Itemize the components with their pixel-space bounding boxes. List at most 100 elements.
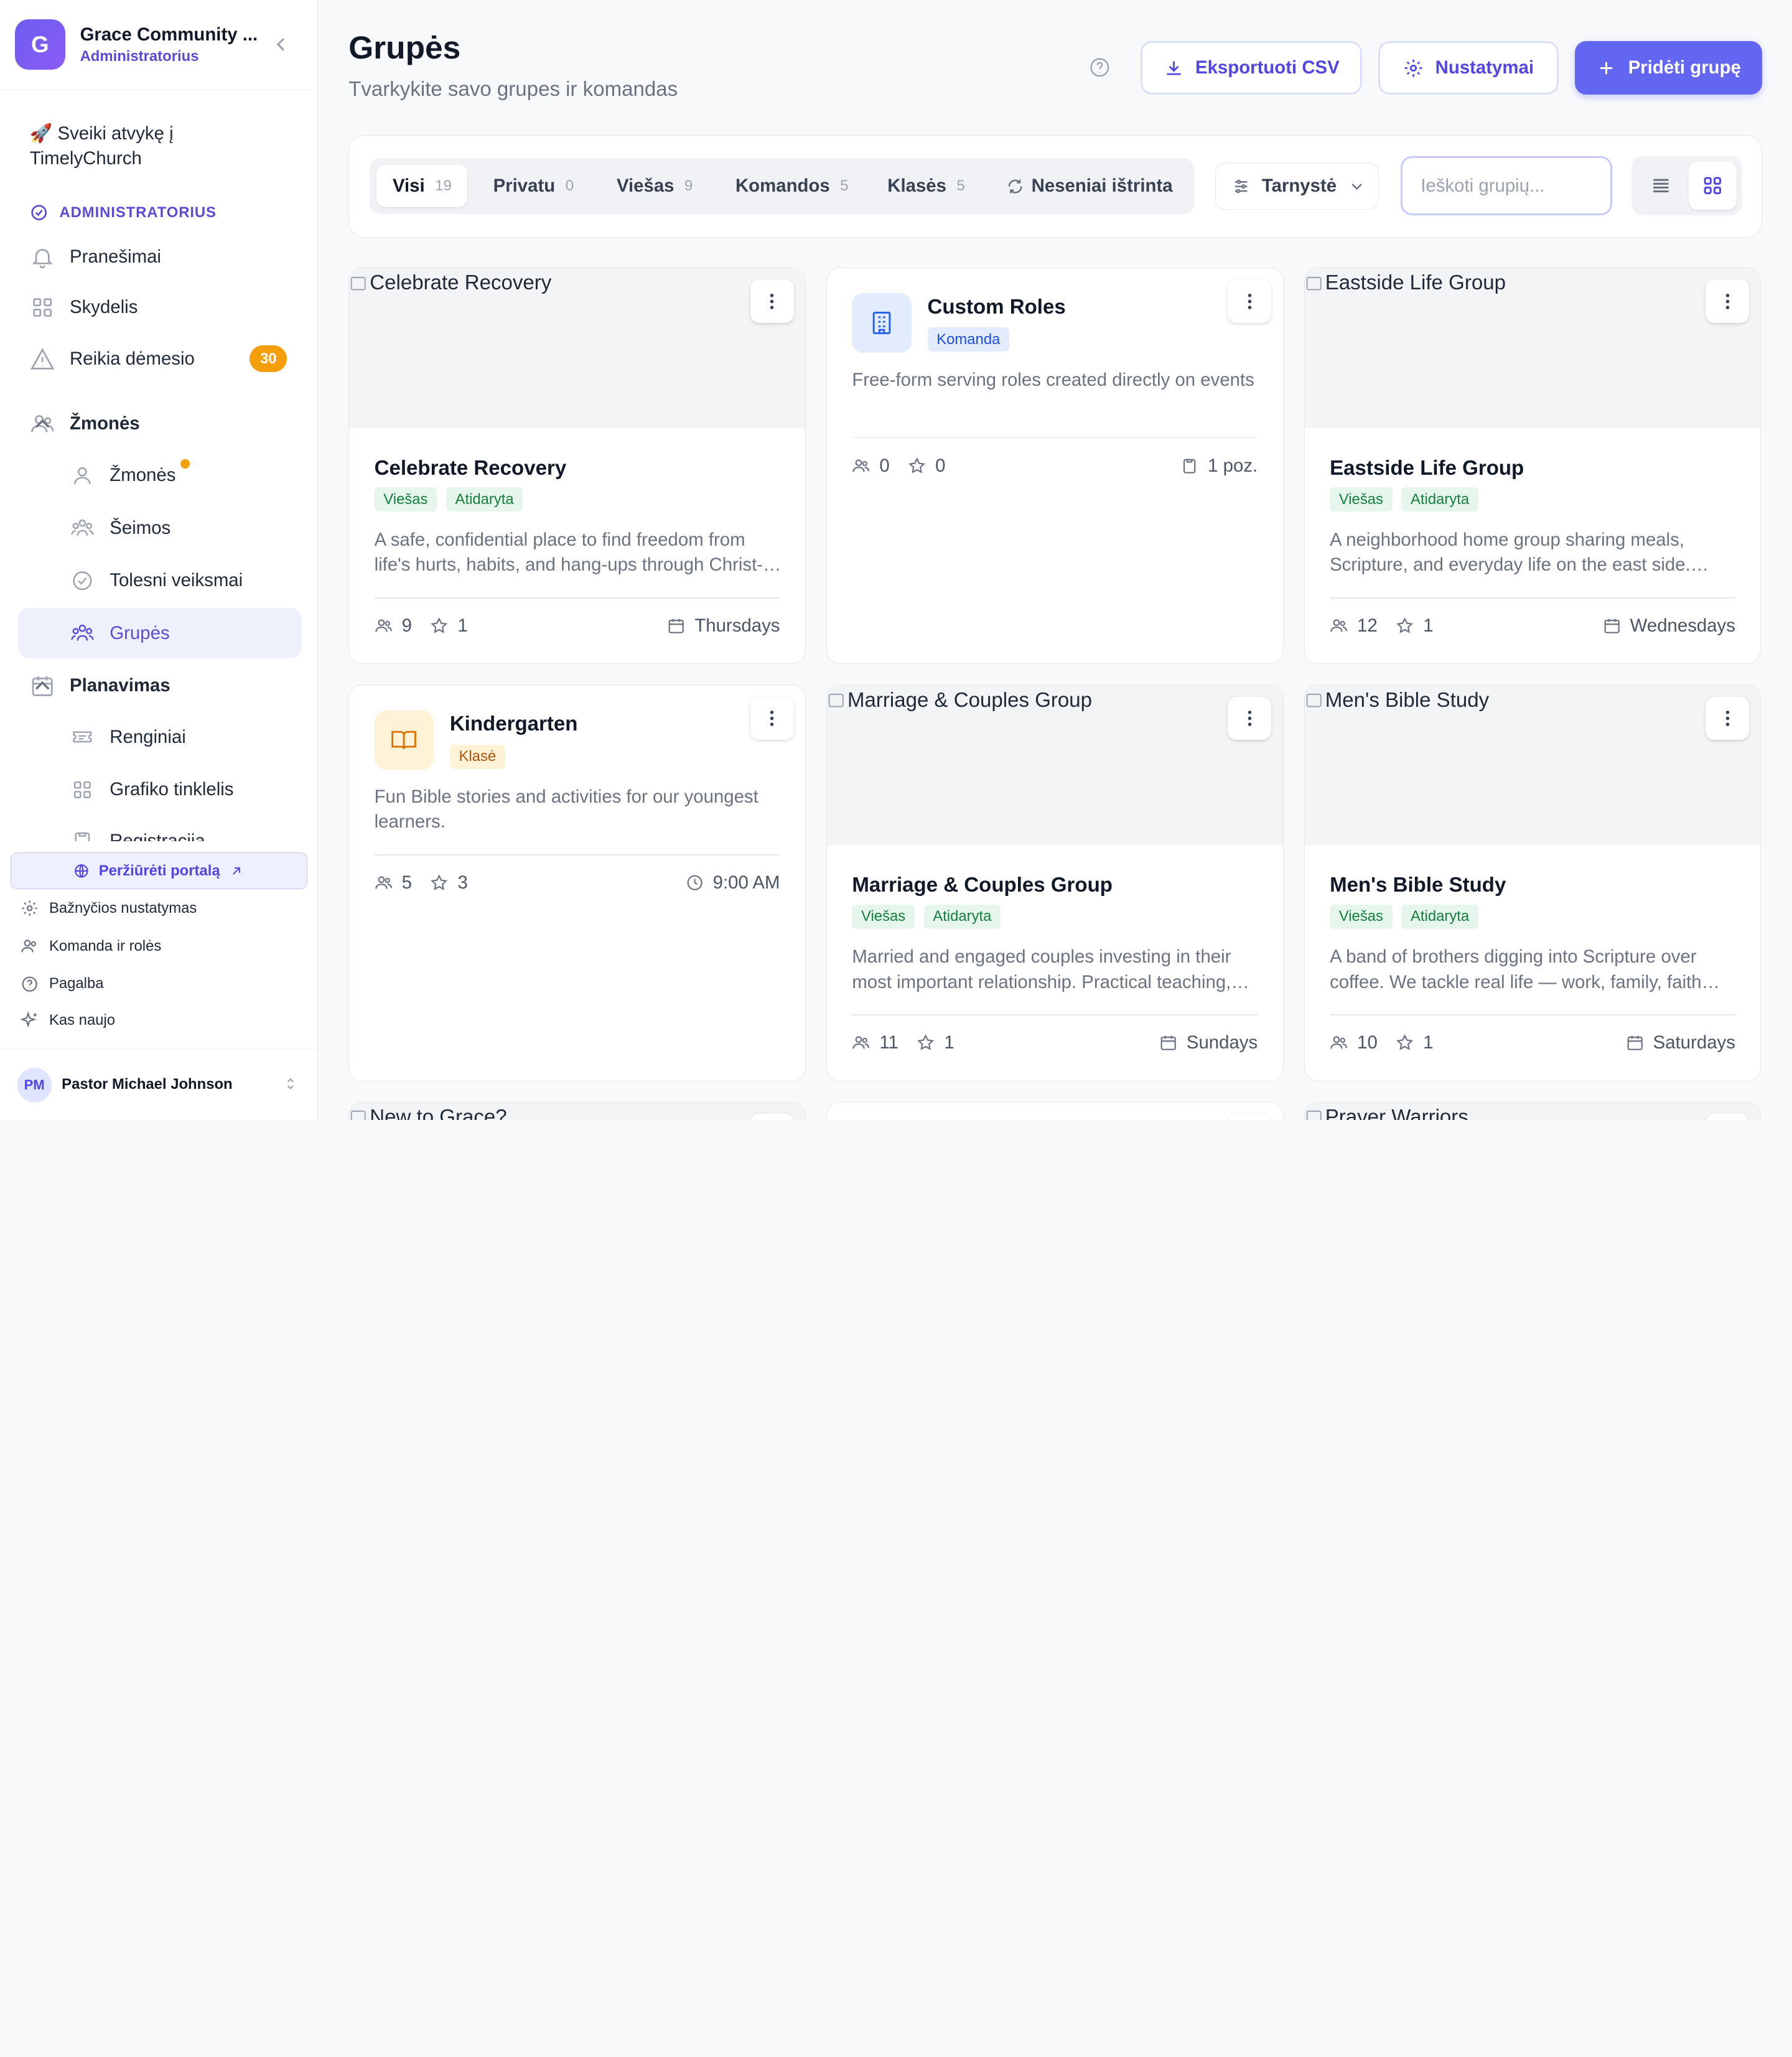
list-view-button[interactable] bbox=[1637, 162, 1685, 210]
position-count: 1 poz. bbox=[1208, 455, 1258, 476]
group-card[interactable]: Men's Bible Study Men's Bible Study Vieš… bbox=[1304, 684, 1762, 1081]
broken-image-icon bbox=[1306, 693, 1322, 707]
visibility-tag: Viešas bbox=[1330, 904, 1393, 929]
ministry-filter-select[interactable]: Tarnystė bbox=[1215, 162, 1379, 210]
sidebar-item-attention[interactable]: Reikia dėmesio 30 bbox=[18, 334, 302, 384]
divider bbox=[1330, 597, 1735, 599]
calendar-icon bbox=[1627, 1036, 1643, 1051]
member-count: 10 bbox=[1357, 1032, 1378, 1053]
settings-button[interactable]: Nustatymai bbox=[1378, 41, 1559, 95]
help-icon[interactable] bbox=[1088, 56, 1111, 79]
sidebar-item-label: Tolesni veiksmai bbox=[110, 570, 243, 591]
leader-count: 1 bbox=[1423, 1032, 1434, 1053]
sidebar-section-people[interactable]: Žmonės bbox=[18, 399, 302, 449]
gear-icon bbox=[22, 900, 37, 917]
leader-count: 1 bbox=[944, 1032, 954, 1053]
divider bbox=[374, 597, 780, 599]
card-menu-button[interactable] bbox=[1706, 279, 1749, 323]
help-link[interactable]: Pagalba bbox=[21, 975, 104, 993]
tab-recently-deleted[interactable]: Neseniai ištrinta bbox=[991, 165, 1189, 207]
tab-teams[interactable]: Komandos 5 bbox=[719, 165, 864, 207]
tab-private[interactable]: Privatu 0 bbox=[477, 165, 590, 207]
tab-label: Visi bbox=[392, 175, 425, 197]
user-menu[interactable]: PM Pastor Michael Johnson bbox=[0, 1049, 317, 1120]
org-switcher[interactable]: G Grace Community ... Administratorius bbox=[0, 0, 317, 91]
group-card[interactable]: New to Grace? bbox=[348, 1101, 806, 1120]
card-menu-button[interactable] bbox=[750, 696, 794, 740]
sidebar-item-notifications[interactable]: Pranešimai bbox=[18, 232, 302, 282]
tab-all[interactable]: Visi 19 bbox=[376, 165, 468, 208]
collapse-sidebar-icon[interactable] bbox=[269, 33, 292, 56]
sidebar-item-groups[interactable]: Grupės bbox=[18, 608, 302, 658]
org-logo: G bbox=[14, 19, 65, 70]
group-name[interactable]: Kindergarten bbox=[450, 712, 578, 736]
image-alt-text: Prayer Warriors bbox=[1325, 1106, 1468, 1120]
tab-count: 19 bbox=[435, 177, 452, 195]
sidebar-section-planning[interactable]: Planavimas bbox=[18, 661, 302, 711]
group-card[interactable]: Celebrate Recovery Celebrate Recovery Vi… bbox=[348, 267, 806, 665]
sidebar-item-people[interactable]: Žmonės bbox=[18, 450, 302, 501]
group-name[interactable]: Eastside Life Group bbox=[1330, 457, 1524, 480]
settings-label: Nustatymai bbox=[1435, 57, 1534, 78]
group-meta: 12 1 Wednesdays bbox=[1330, 613, 1735, 638]
whats-new-link[interactable]: Kas naujo bbox=[21, 1011, 115, 1029]
group-name[interactable]: Men's Bible Study bbox=[1330, 874, 1506, 897]
sidebar-item-events[interactable]: Renginiai bbox=[18, 712, 302, 762]
card-menu-button[interactable] bbox=[1228, 279, 1272, 323]
add-group-button[interactable]: Pridėti grupę bbox=[1574, 41, 1763, 95]
clipboard-icon bbox=[1183, 459, 1196, 473]
meeting-time: 9:00 AM bbox=[712, 872, 780, 893]
tab-count: 5 bbox=[956, 177, 965, 195]
group-card[interactable] bbox=[826, 1101, 1284, 1120]
group-name[interactable]: Custom Roles bbox=[928, 296, 1066, 319]
card-menu-button[interactable] bbox=[750, 1113, 794, 1120]
welcome-message[interactable]: 🚀 Sveiki atvykę į TimelyChurch bbox=[30, 121, 258, 172]
tab-classes[interactable]: Klasės 5 bbox=[872, 165, 981, 207]
view-portal-button[interactable]: Peržiūrėti portalą bbox=[10, 852, 308, 889]
meeting-day: Wednesdays bbox=[1630, 615, 1735, 636]
tab-public[interactable]: Viešas 9 bbox=[600, 165, 709, 207]
card-menu-button[interactable] bbox=[1228, 696, 1272, 740]
page-title: Grupės bbox=[348, 29, 461, 65]
image-alt-text: Men's Bible Study bbox=[1325, 688, 1490, 712]
card-menu-button[interactable] bbox=[1706, 1113, 1749, 1120]
group-card[interactable]: Custom Roles Komanda Free-form serving r… bbox=[826, 267, 1284, 665]
divider bbox=[852, 1014, 1258, 1015]
group-card[interactable]: Eastside Life Group Eastside Life Group … bbox=[1304, 267, 1762, 665]
meeting-day: Saturdays bbox=[1653, 1032, 1735, 1053]
group-meta: 10 1 Saturdays bbox=[1330, 1030, 1735, 1055]
sidebar-section-label: Žmonės bbox=[70, 413, 140, 434]
star-icon bbox=[431, 617, 448, 633]
group-meta: 9 1 Thursdays bbox=[375, 613, 780, 638]
group-card[interactable]: Kindergarten Klasė Fun Bible stories and… bbox=[348, 684, 806, 1081]
group-meta: 0 0 1 poz. bbox=[852, 453, 1258, 478]
member-count: 9 bbox=[401, 615, 412, 636]
ministry-filter-label: Tarnystė bbox=[1261, 175, 1337, 197]
group-card[interactable]: Prayer Warriors bbox=[1304, 1101, 1762, 1120]
more-vertical-icon bbox=[1725, 711, 1729, 726]
star-icon bbox=[908, 457, 926, 473]
group-card[interactable]: Marriage & Couples Group Marriage & Coup… bbox=[826, 684, 1284, 1081]
member-count: 0 bbox=[879, 455, 890, 476]
sidebar-item-followups[interactable]: Tolesni veiksmai bbox=[18, 556, 302, 606]
church-settings-link[interactable]: Bažnyčios nustatymas bbox=[21, 899, 197, 917]
group-name[interactable]: Marriage & Couples Group bbox=[852, 874, 1113, 897]
sidebar-item-dashboard[interactable]: Skydelis bbox=[18, 282, 302, 333]
star-icon bbox=[1396, 617, 1414, 633]
group-meta: 5 3 9:00 AM bbox=[375, 870, 780, 895]
group-description: Free-form serving roles created directly… bbox=[852, 369, 1254, 390]
tab-count: 5 bbox=[840, 177, 849, 195]
export-csv-button[interactable]: Eksportuoti CSV bbox=[1141, 41, 1363, 95]
card-menu-button[interactable] bbox=[750, 279, 794, 323]
grid-view-button[interactable] bbox=[1688, 161, 1737, 210]
group-name[interactable]: Celebrate Recovery bbox=[375, 457, 567, 480]
card-menu-button[interactable] bbox=[1228, 1113, 1272, 1120]
sidebar-item-families[interactable]: Šeimos bbox=[18, 503, 302, 553]
group-description: Fun Bible stories and activities for our… bbox=[374, 786, 758, 833]
image-alt-text: Marriage & Couples Group bbox=[847, 688, 1093, 712]
divider bbox=[374, 854, 780, 856]
search-input[interactable] bbox=[1400, 156, 1612, 216]
sidebar-item-schedule[interactable]: Grafiko tinklelis bbox=[18, 765, 302, 815]
team-roles-link[interactable]: Komanda ir rolės bbox=[21, 937, 161, 955]
card-menu-button[interactable] bbox=[1706, 696, 1749, 740]
